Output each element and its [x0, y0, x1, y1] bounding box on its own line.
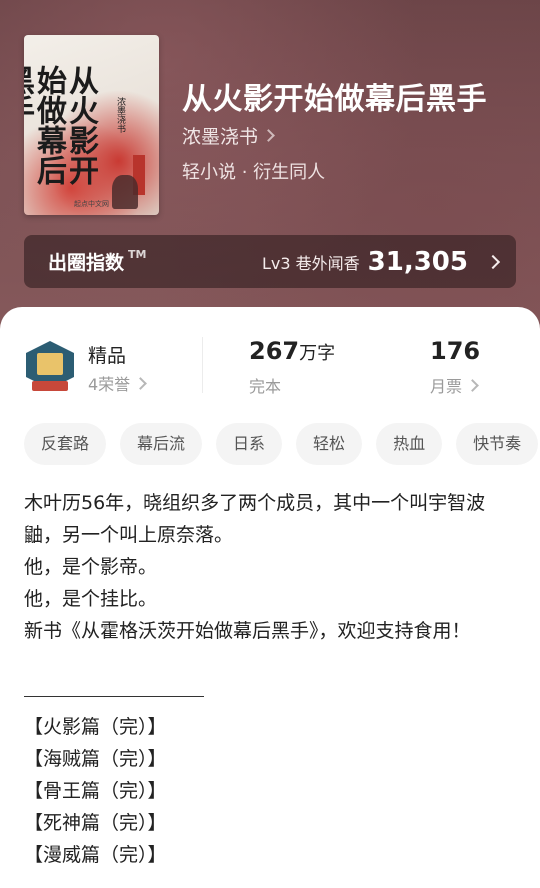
arc-item: 【海贼篇（完）】 — [24, 748, 167, 770]
book-header: 从火影开始做幕后黑手 浓墨浇书 起点中文网 从火影开始做幕后黑手 浓墨浇书 轻小… — [0, 0, 540, 340]
tag-list: 反套路 幕后流 日系 轻松 热血 快节奏 — [24, 423, 540, 465]
tag-chip[interactable]: 反套路 — [24, 423, 107, 465]
quality-badge-icon — [26, 341, 74, 397]
cover-title: 从火影开始做幕后黑手 — [24, 65, 98, 185]
book-title: 从火影开始做幕后黑手 — [182, 82, 487, 117]
chevron-right-icon — [262, 129, 275, 142]
cover-figure — [112, 175, 138, 209]
description-line: 他，是个挂比。 — [24, 588, 158, 610]
index-level: Lv3 巷外闻香 — [262, 253, 360, 273]
section-divider — [24, 696, 204, 697]
index-label: 出圈指数 TM — [48, 248, 147, 274]
tag-chip[interactable]: 轻松 — [296, 423, 363, 465]
arc-list: 【火影篇（完）】 【海贼篇（完）】 【骨王篇（完）】 【死神篇（完）】 【漫威篇… — [24, 711, 520, 871]
monthly-ticket-link[interactable]: 月票 — [430, 373, 479, 397]
chevron-right-icon — [134, 376, 148, 390]
description-line: 木叶历56年，晓组织多了两个成员，其中一个叫宇智波鼬，另一个叫上原奈落。 — [24, 492, 486, 546]
chevron-right-icon — [485, 254, 501, 269]
tag-chip[interactable]: 日系 — [216, 423, 283, 465]
description-line: 新书《从霍格沃茨开始做幕后黑手》，欢迎支持食用！ — [24, 620, 471, 642]
honor-link[interactable]: 4荣誉 — [88, 371, 148, 395]
tag-chip[interactable]: 热血 — [376, 423, 443, 465]
author-link[interactable]: 浓墨浇书 — [182, 122, 275, 149]
arc-item: 【骨王篇（完）】 — [24, 780, 167, 802]
popularity-index-bar[interactable]: 出圈指数 TM Lv3 巷外闻香 31,305 — [24, 235, 516, 288]
index-value: 31,305 — [367, 246, 468, 277]
book-cover[interactable]: 从火影开始做幕后黑手 浓墨浇书 起点中文网 — [24, 35, 159, 215]
arc-item: 【死神篇（完）】 — [24, 812, 167, 834]
monthly-ticket-count: 176 — [430, 337, 481, 365]
stat-divider — [202, 337, 203, 393]
cover-publisher: 起点中文网 — [74, 200, 109, 208]
tag-chip[interactable]: 快节奏 — [456, 423, 539, 465]
word-count: 267万字 — [249, 337, 336, 365]
author-name: 浓墨浇书 — [182, 126, 259, 148]
book-detail-card: 精品 4荣誉 267万字 完本 176 月票 反套路 幕后流 日系 轻松 热血 … — [0, 307, 540, 888]
completion-status: 完本 — [249, 377, 282, 396]
honor-count: 4荣誉 — [88, 375, 131, 394]
chevron-right-icon — [466, 378, 479, 392]
trademark-mark: TM — [128, 248, 147, 261]
arc-item: 【漫威篇（完）】 — [24, 844, 167, 866]
genre-label: 轻小说 · 衍生同人 — [182, 162, 326, 183]
monthly-ticket-label: 月票 — [430, 377, 463, 396]
arc-item: 【火影篇（完）】 — [24, 716, 167, 738]
cover-author: 浓墨浇书 — [115, 97, 125, 133]
book-description: 木叶历56年，晓组织多了两个成员，其中一个叫宇智波鼬，另一个叫上原奈落。 他，是… — [24, 487, 520, 647]
tag-chip[interactable]: 幕后流 — [120, 423, 203, 465]
quality-label: 精品 — [88, 345, 127, 367]
description-line: 他，是个影帝。 — [24, 556, 158, 578]
